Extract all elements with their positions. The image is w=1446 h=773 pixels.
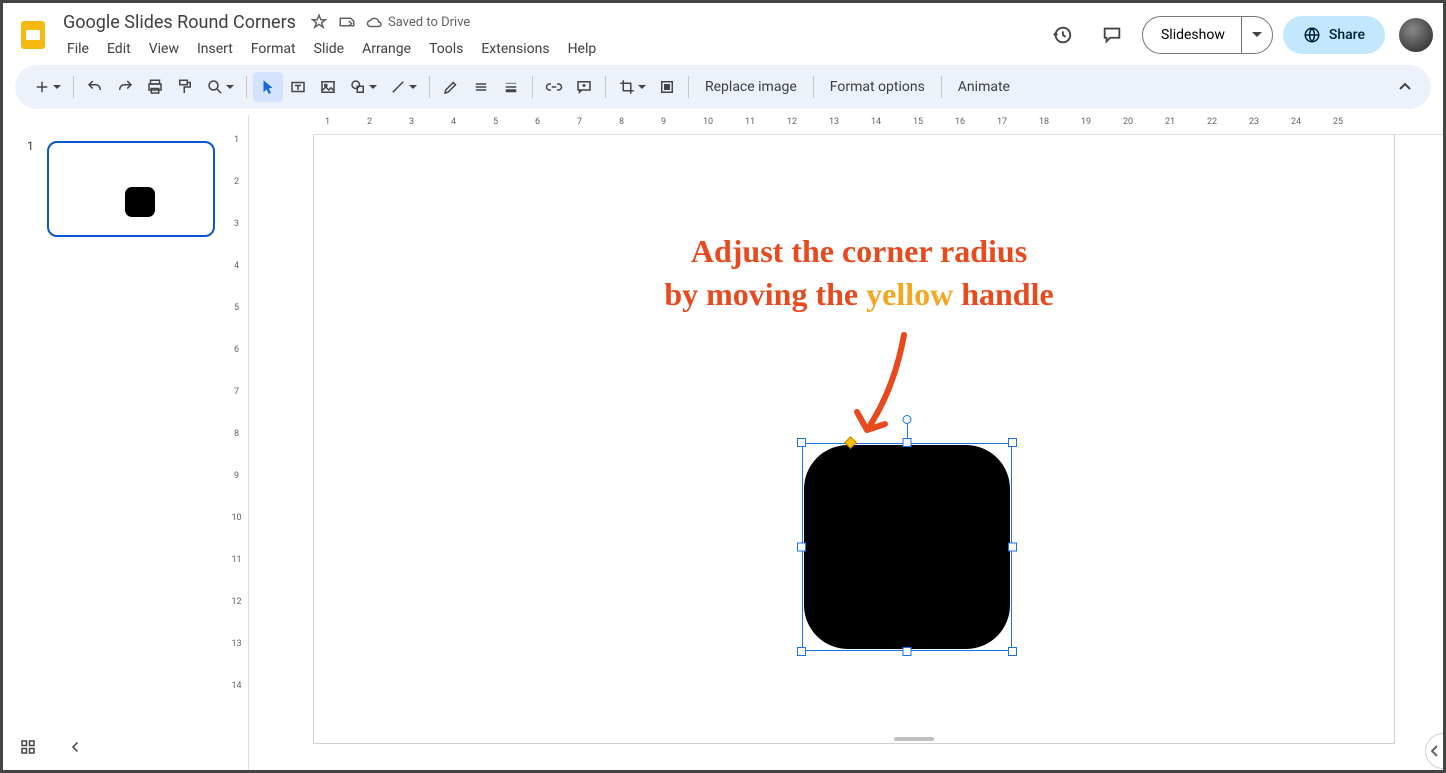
- menu-file[interactable]: File: [59, 37, 97, 61]
- share-label: Share: [1329, 27, 1365, 43]
- star-icon[interactable]: [310, 13, 328, 31]
- menu-tools[interactable]: Tools: [421, 37, 471, 61]
- line-tool[interactable]: [383, 72, 423, 102]
- slide-thumbnail-1[interactable]: [47, 141, 215, 237]
- menu-edit[interactable]: Edit: [99, 37, 139, 61]
- slideshow-main[interactable]: Slideshow: [1143, 17, 1242, 53]
- replace-image-button[interactable]: Replace image: [695, 79, 807, 95]
- paint-format-button[interactable]: [170, 72, 200, 102]
- vertical-ruler: 1234567891011121314: [225, 115, 249, 770]
- selection-box: [802, 443, 1012, 651]
- slideshow-button: Slideshow: [1142, 16, 1273, 54]
- ink-tool[interactable]: [436, 72, 466, 102]
- zoom-button[interactable]: [200, 72, 240, 102]
- resize-handle-tr[interactable]: [1008, 438, 1017, 447]
- menu-slide[interactable]: Slide: [306, 37, 352, 61]
- thumb-shape: [125, 187, 155, 217]
- slide-canvas[interactable]: Adjust the corner radius by moving the y…: [314, 135, 1394, 743]
- resize-handle-tl[interactable]: [797, 438, 806, 447]
- new-slide-button[interactable]: [27, 72, 67, 102]
- resize-handle-ml[interactable]: [797, 543, 806, 552]
- image-tool[interactable]: [313, 72, 343, 102]
- resize-handle-br[interactable]: [1008, 647, 1017, 656]
- border-color-button[interactable]: [466, 72, 496, 102]
- link-button[interactable]: [539, 72, 569, 102]
- menu-arrange[interactable]: Arrange: [354, 37, 419, 61]
- doc-title[interactable]: Google Slides Round Corners: [59, 10, 300, 35]
- menu-help[interactable]: Help: [560, 37, 605, 61]
- print-button[interactable]: [140, 72, 170, 102]
- toolbar: Replace image Format options Animate: [15, 65, 1431, 109]
- annotation-arrow: [849, 330, 929, 450]
- shape-tool[interactable]: [343, 72, 383, 102]
- menu-bar: File Edit View Insert Format Slide Arran…: [59, 37, 604, 61]
- resize-handle-tm[interactable]: [903, 438, 912, 447]
- textbox-tool[interactable]: [283, 72, 313, 102]
- share-button[interactable]: Share: [1283, 16, 1385, 54]
- comments-icon[interactable]: [1092, 15, 1132, 55]
- select-tool[interactable]: [253, 72, 283, 102]
- canvas-area[interactable]: Adjust the corner radius by moving the y…: [249, 135, 1443, 770]
- resize-handle-bl[interactable]: [797, 647, 806, 656]
- selected-shape[interactable]: [802, 443, 1012, 651]
- comment-button[interactable]: [569, 72, 599, 102]
- horizontal-ruler: 1234567891011121314151617181920212223242…: [313, 115, 1443, 135]
- menu-extensions[interactable]: Extensions: [473, 37, 557, 61]
- collapse-filmstrip-icon[interactable]: [67, 738, 85, 760]
- explore-tab[interactable]: [1425, 733, 1443, 769]
- menu-format[interactable]: Format: [243, 37, 304, 61]
- resize-handle-mr[interactable]: [1008, 543, 1017, 552]
- slide-number: 1: [27, 139, 34, 153]
- rotation-handle[interactable]: [903, 415, 912, 424]
- speaker-notes-handle[interactable]: [894, 737, 934, 741]
- account-avatar[interactable]: [1399, 18, 1433, 52]
- format-options-button[interactable]: Format options: [820, 79, 935, 95]
- border-weight-button[interactable]: [496, 72, 526, 102]
- animate-button[interactable]: Animate: [948, 79, 1020, 95]
- crop-button[interactable]: [612, 72, 652, 102]
- move-icon[interactable]: [338, 13, 356, 31]
- annotation-text: Adjust the corner radius by moving the y…: [579, 230, 1139, 316]
- slideshow-dropdown[interactable]: [1242, 17, 1272, 53]
- redo-button[interactable]: [110, 72, 140, 102]
- undo-button[interactable]: [80, 72, 110, 102]
- grid-view-icon[interactable]: [19, 738, 37, 760]
- drive-status-text: Saved to Drive: [388, 15, 470, 30]
- version-history-icon[interactable]: [1042, 15, 1082, 55]
- slides-logo[interactable]: [13, 15, 53, 55]
- mask-button[interactable]: [652, 72, 682, 102]
- menu-insert[interactable]: Insert: [189, 37, 241, 61]
- menu-view[interactable]: View: [141, 37, 187, 61]
- resize-handle-bm[interactable]: [903, 647, 912, 656]
- collapse-toolbar-button[interactable]: [1391, 73, 1419, 101]
- cloud-status[interactable]: Saved to Drive: [366, 13, 470, 31]
- filmstrip: 1: [3, 115, 225, 770]
